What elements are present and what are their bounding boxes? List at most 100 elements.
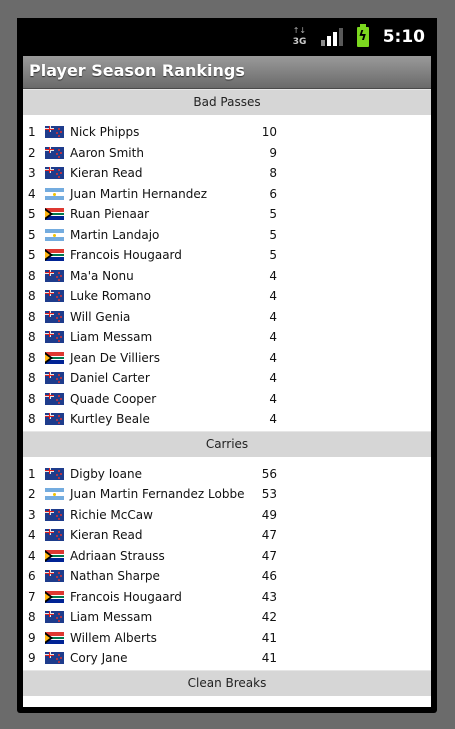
south-africa-flag-icon	[45, 590, 64, 603]
new-zealand-flag-icon	[45, 146, 64, 159]
player-rank: 8	[28, 268, 36, 283]
player-rank: 8	[28, 610, 36, 625]
player-rank: 9	[28, 651, 36, 666]
player-stat-value: 4	[269, 391, 277, 406]
player-row[interactable]: 8 Liam Messam 4	[23, 327, 431, 348]
player-row[interactable]: 3 Richie McCaw 49	[23, 505, 431, 526]
player-stat-value: 4	[269, 289, 277, 304]
player-name: Ruan Pienaar	[70, 207, 150, 222]
player-row[interactable]: 8 Daniel Carter 4	[23, 368, 431, 389]
network-3g-icon: ↑↓ 3G	[292, 26, 307, 47]
status-icons: ↑↓ 3G ϟ 5:10	[292, 24, 425, 48]
player-row[interactable]: 5 Ruan Pienaar 5	[23, 204, 431, 225]
new-zealand-flag-icon	[45, 652, 64, 665]
player-name: Will Genia	[70, 309, 131, 324]
player-row[interactable]: 8 Ma'a Nonu 4	[23, 266, 431, 287]
player-rank: 8	[28, 391, 36, 406]
player-stat-value: 56	[261, 466, 277, 481]
player-stat-value: 6	[269, 186, 277, 201]
player-name: Kieran Read	[70, 166, 143, 181]
player-rank: 4	[28, 186, 36, 201]
new-zealand-flag-icon	[45, 467, 64, 480]
player-row[interactable]: 2 Juan Martin Fernandez Lobbe 53	[23, 484, 431, 505]
phone-screen: ↑↓ 3G ϟ 5:10 Player Season Rankings Bad …	[17, 18, 437, 713]
argentina-flag-icon	[45, 228, 64, 241]
player-rank: 8	[28, 412, 36, 427]
new-zealand-flag-icon	[45, 392, 64, 405]
player-stat-value: 4	[269, 350, 277, 365]
player-row[interactable]: 7 Francois Hougaard 43	[23, 587, 431, 608]
player-row[interactable]: 8 Kurtley Beale 4	[23, 409, 431, 430]
player-stat-value: 9	[269, 145, 277, 160]
player-row[interactable]: 3 Kieran Read 8	[23, 163, 431, 184]
player-rank: 9	[28, 630, 36, 645]
player-name: Liam Messam	[70, 330, 153, 345]
player-stat-value: 46	[261, 569, 277, 584]
player-row[interactable]: 9 Cory Jane 41	[23, 648, 431, 669]
player-rank: 8	[28, 371, 36, 386]
player-stat-value: 5	[269, 248, 277, 263]
status-clock: 5:10	[382, 27, 425, 47]
player-stat-value: 4	[269, 309, 277, 324]
new-zealand-flag-icon	[45, 310, 64, 323]
player-row[interactable]: 5 Martin Landajo 5	[23, 225, 431, 246]
player-rank: 8	[28, 289, 36, 304]
player-row[interactable]: 8 Liam Messam 42	[23, 607, 431, 628]
player-rank: 8	[28, 309, 36, 324]
player-name: Ma'a Nonu	[70, 268, 134, 283]
player-name: Francois Hougaard	[70, 589, 182, 604]
player-name: Adriaan Strauss	[70, 548, 165, 563]
player-row[interactable]: 8 Luke Romano 4	[23, 286, 431, 307]
south-africa-flag-icon	[45, 549, 64, 562]
argentina-flag-icon	[45, 488, 64, 501]
section-list: 1 Nick Phipps 10 2 Aaron Smith 9 3 Kieran Read 8…	[23, 115, 431, 431]
new-zealand-flag-icon	[45, 126, 64, 139]
player-rank: 7	[28, 589, 36, 604]
player-name: Liam Messam	[70, 610, 153, 625]
player-rank: 5	[28, 227, 36, 242]
player-rank: 3	[28, 166, 36, 181]
rankings-list[interactable]: Bad Passes 1 Nick Phipps 10 2 Aaron Smith 9 3 Ki…	[23, 89, 431, 707]
argentina-flag-icon	[45, 187, 64, 200]
player-stat-value: 42	[261, 610, 277, 625]
south-africa-flag-icon	[45, 351, 64, 364]
player-name: Kieran Read	[70, 528, 143, 543]
player-name: Willem Alberts	[70, 630, 157, 645]
player-row[interactable]: 4 Juan Martin Hernandez 6	[23, 184, 431, 205]
rankings-sections: Bad Passes 1 Nick Phipps 10 2 Aaron Smith 9 3 Ki…	[23, 89, 431, 696]
player-name: Juan Martin Fernandez Lobbe	[70, 487, 245, 502]
player-rank: 6	[28, 569, 36, 584]
player-name: Juan Martin Hernandez	[70, 186, 208, 201]
player-stat-value: 47	[261, 528, 277, 543]
section-header: Clean Breaks	[23, 669, 431, 696]
player-row[interactable]: 4 Adriaan Strauss 47	[23, 546, 431, 567]
new-zealand-flag-icon	[45, 372, 64, 385]
new-zealand-flag-icon	[45, 331, 64, 344]
player-name: Cory Jane	[70, 651, 128, 666]
player-row[interactable]: 8 Quade Cooper 4	[23, 389, 431, 410]
player-rank: 4	[28, 548, 36, 563]
player-row[interactable]: 9 Willem Alberts 41	[23, 628, 431, 649]
player-row[interactable]: 4 Kieran Read 47	[23, 525, 431, 546]
player-row[interactable]: 5 Francois Hougaard 5	[23, 245, 431, 266]
player-row[interactable]: 8 Will Genia 4	[23, 307, 431, 328]
player-name: Nick Phipps	[70, 125, 140, 140]
new-zealand-flag-icon	[45, 611, 64, 624]
player-row[interactable]: 2 Aaron Smith 9	[23, 143, 431, 164]
new-zealand-flag-icon	[45, 508, 64, 521]
new-zealand-flag-icon	[45, 269, 64, 282]
player-name: Nathan Sharpe	[70, 569, 160, 584]
battery-charging-icon: ϟ	[356, 24, 369, 47]
section-list: 1 Digby Ioane 56 2 Juan Martin Fernandez Lob…	[23, 457, 431, 670]
player-rank: 2	[28, 487, 36, 502]
player-stat-value: 41	[261, 630, 277, 645]
player-row[interactable]: 1 Nick Phipps 10	[23, 122, 431, 143]
player-row[interactable]: 1 Digby Ioane 56	[23, 464, 431, 485]
player-row[interactable]: 8 Jean De Villiers 4	[23, 348, 431, 369]
player-stat-value: 10	[261, 125, 277, 140]
player-stat-value: 4	[269, 268, 277, 283]
player-row[interactable]: 6 Nathan Sharpe 46	[23, 566, 431, 587]
player-rank: 1	[28, 466, 36, 481]
player-rank: 5	[28, 248, 36, 263]
south-africa-flag-icon	[45, 249, 64, 262]
